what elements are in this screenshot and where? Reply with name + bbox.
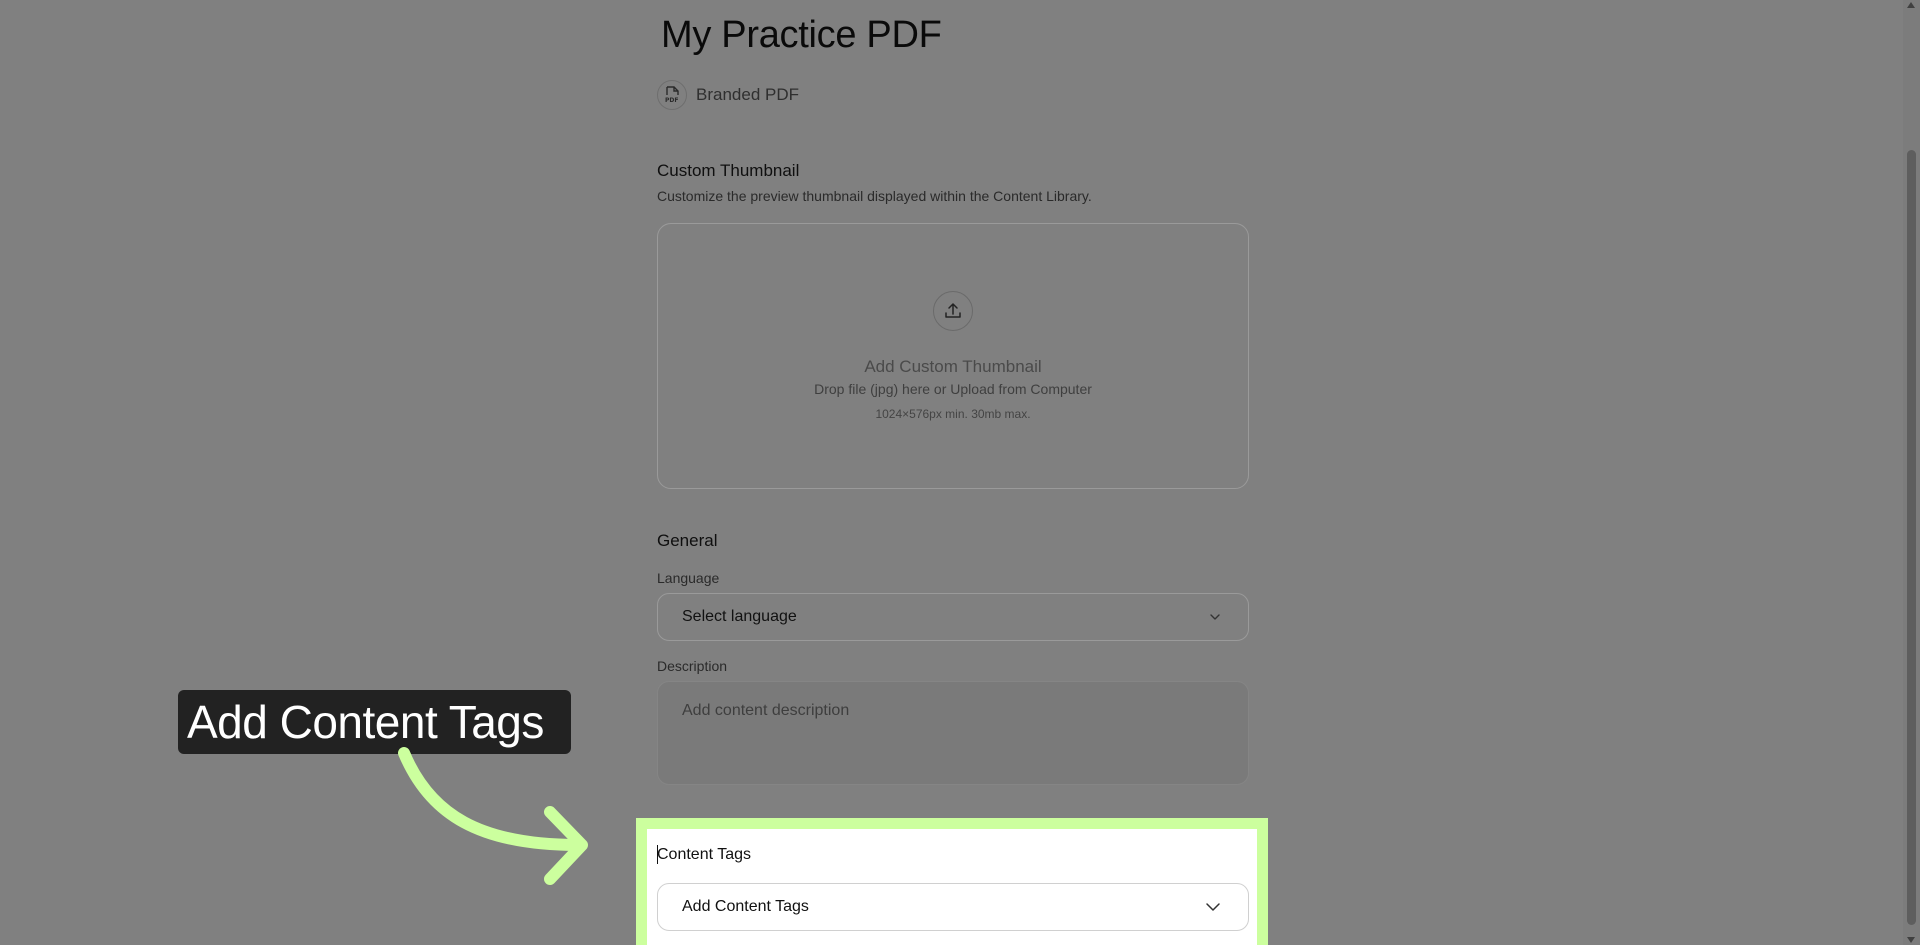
thumbnail-section-title: Custom Thumbnail (657, 161, 800, 180)
chevron-down-icon (1208, 608, 1222, 631)
scrollbar-thumb[interactable] (1907, 150, 1916, 925)
thumbnail-dropzone[interactable]: Add Custom Thumbnail Drop file (jpg) her… (657, 223, 1249, 489)
svg-text:PDF: PDF (665, 97, 678, 104)
content-type-label: Branded PDF (696, 85, 799, 104)
description-textarea[interactable]: Add content description (657, 681, 1249, 785)
page-scrollbar[interactable] (1903, 0, 1920, 945)
content-tags-select[interactable]: Add Content Tags (657, 883, 1249, 931)
pdf-file-icon: PDF (657, 80, 687, 110)
thumbnail-upload-title: Add Custom Thumbnail (864, 357, 1042, 376)
thumbnail-section-description: Customize the preview thumbnail displaye… (657, 188, 1092, 204)
language-select-value: Select language (682, 608, 797, 625)
scroll-up-arrow-icon[interactable] (1907, 2, 1915, 8)
scroll-down-arrow-icon[interactable] (1907, 937, 1915, 943)
callout-arrow-icon (398, 747, 588, 885)
content-tags-highlight: Content Tags Add Content Tags (636, 818, 1268, 945)
thumbnail-upload-note: 1024×576px min. 30mb max. (875, 407, 1031, 421)
chevron-down-icon (1204, 898, 1222, 921)
content-tags-select-value: Add Content Tags (682, 898, 809, 915)
description-label: Description (657, 658, 728, 674)
language-select[interactable]: Select language (657, 593, 1249, 641)
upload-icon[interactable] (933, 291, 973, 331)
page-title: My Practice PDF (661, 14, 942, 56)
general-section-title: General (657, 531, 718, 550)
thumbnail-upload-subtitle: Drop file (jpg) here or Upload from Comp… (814, 381, 1092, 397)
content-tags-label: Content Tags (657, 846, 751, 863)
content-type-row: PDF Branded PDF (657, 80, 799, 110)
language-label: Language (657, 570, 720, 586)
